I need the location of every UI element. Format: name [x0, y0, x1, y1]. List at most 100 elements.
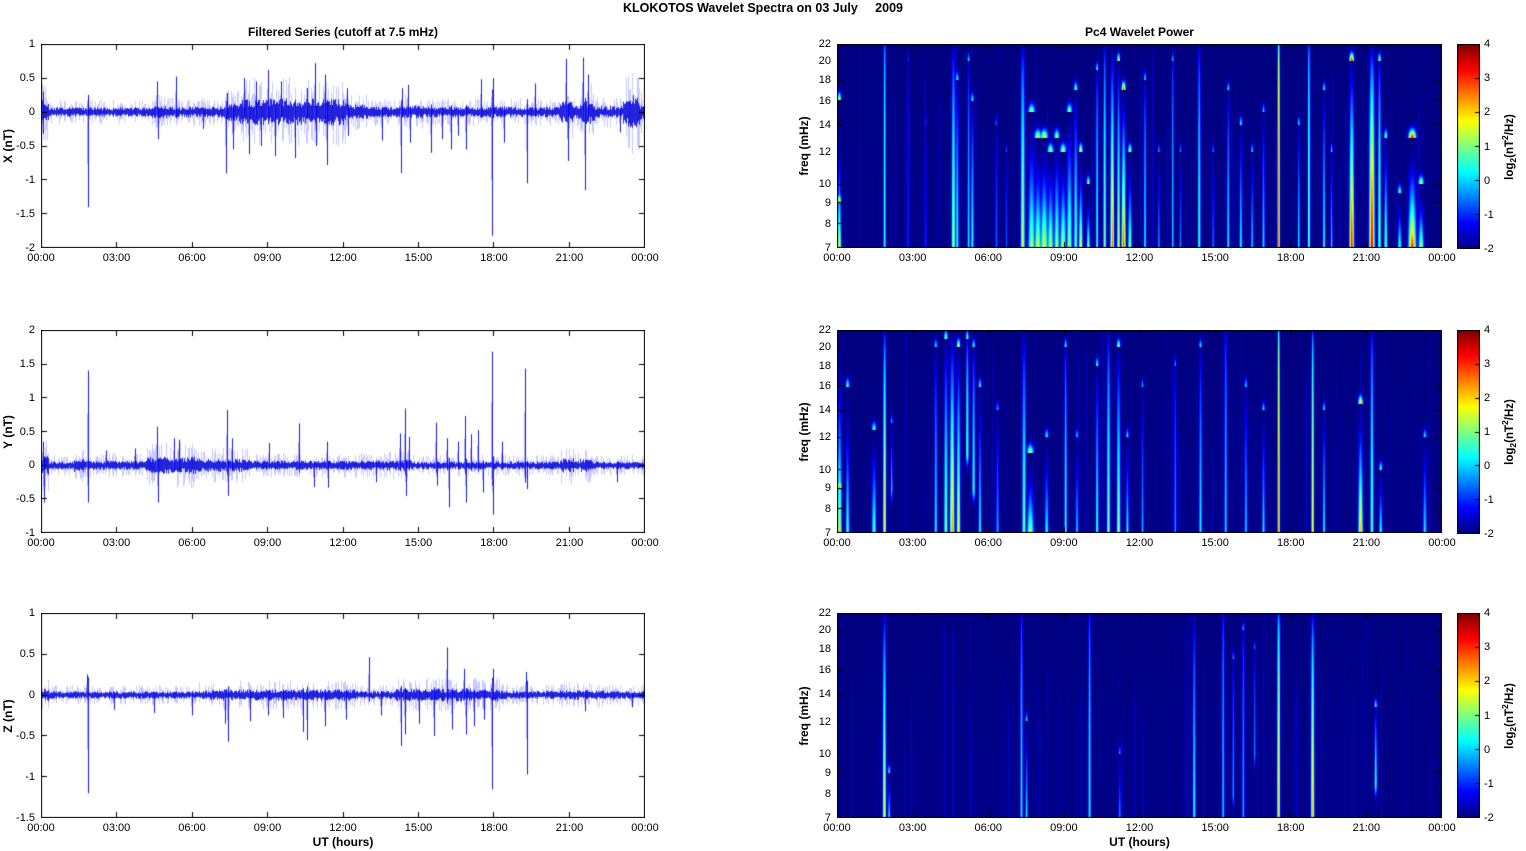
x-tick-label: 06:00 — [974, 252, 1003, 264]
x-tick-label: 21:00 — [555, 537, 584, 549]
x-tick-label: 03:00 — [102, 252, 131, 264]
y-tick-label: 14 — [818, 404, 831, 417]
colorbar-tick-label: 2 — [1484, 106, 1491, 119]
y-tick-label: 1 — [28, 38, 35, 50]
y-tick-label: 14 — [818, 687, 831, 700]
x-tick-label: 15:00 — [1201, 252, 1229, 264]
x-tick-label: 03:00 — [898, 537, 927, 549]
x-tick-label: 00:00 — [27, 252, 55, 264]
y-tick-label: 0 — [28, 689, 35, 701]
figure-title: KLOKOTOS Wavelet Spectra on 03 July 2009 — [623, 1, 903, 15]
filtered-series-x-plot — [41, 44, 645, 248]
filtered-series-y-plot — [41, 330, 645, 533]
panel-filtered-x: Filtered Series (cutoff at 7.5 mHz) X (n… — [1, 25, 659, 264]
y-tick-label: 16 — [818, 94, 831, 107]
y-tick-label: 18 — [818, 359, 831, 372]
colorbar-tick-label: 0 — [1484, 174, 1491, 187]
y-tick-label: 0 — [28, 459, 35, 472]
y-tick-label: 9 — [824, 767, 831, 779]
y-tick-label: 8 — [824, 218, 831, 231]
colorbar-gradient-2 — [1457, 330, 1480, 534]
x-tick-label: 21:00 — [555, 822, 584, 834]
x-tick-label: 00:00 — [27, 537, 55, 549]
colorbar-gradient-3 — [1457, 613, 1480, 818]
x-tick-label: 03:00 — [898, 822, 927, 834]
colorbar-tick-label: 4 — [1484, 324, 1491, 336]
y-tick-label: 20 — [818, 340, 831, 353]
colorbar-tick-label: 3 — [1484, 358, 1491, 370]
colorbar-tick-label: -1 — [1484, 777, 1494, 790]
colorbar-tick-label: 4 — [1484, 38, 1491, 50]
y-tick-label: 0.5 — [19, 425, 35, 438]
panel-filtered-z: Z (nT) UT (hours) 1 0.5 0 -0.5 -1 -1.5 00:00 03… — [1, 607, 659, 849]
panel-wavelet-z: freq (mHz) UT (hours) 22 20 18 16 14 12 10 9 8 7 0… — [797, 607, 1456, 849]
x-tick-label: 12:00 — [329, 822, 357, 834]
colorbar-label-1: log2(nT2/Hz) — [1499, 113, 1519, 180]
x-axis-label-right: UT (hours) — [1109, 835, 1170, 849]
y-tick-label: 8 — [824, 788, 831, 801]
y-tick-label: 16 — [818, 664, 831, 676]
x-tick-label: 00:00 — [631, 537, 659, 549]
x-tick-label: 03:00 — [102, 822, 131, 834]
x-tick-label: 12:00 — [1125, 822, 1154, 834]
x-tick-label: 12:00 — [329, 252, 357, 264]
x-tick-label: 00:00 — [1428, 252, 1456, 264]
x-tick-label: 18:00 — [480, 822, 508, 834]
x-tick-label: 03:00 — [898, 252, 927, 264]
y-tick-label: 20 — [818, 624, 831, 637]
y-tick-label: -0.5 — [16, 140, 35, 152]
colorbar-gradient-1 — [1457, 44, 1480, 249]
y-tick-label: -1 — [25, 174, 35, 186]
x-tick-label: 18:00 — [480, 537, 508, 549]
colorbar-tick-label: 2 — [1484, 392, 1491, 404]
wavelet-power-x-plot — [837, 44, 1442, 248]
y-tick-label: 9 — [824, 482, 831, 495]
colorbar-tick-label: -2 — [1484, 812, 1494, 824]
x-tick-label: 00:00 — [1428, 822, 1456, 834]
colorbar-1: log2(nT2/Hz) 4 3 2 1 0 -1 -2 — [1457, 38, 1518, 255]
y-tick-label: 10 — [818, 748, 831, 761]
colorbar-tick-label: 0 — [1484, 743, 1491, 756]
x-tick-label: 00:00 — [631, 252, 659, 264]
y-tick-label: 2 — [28, 324, 35, 336]
y-tick-label: 10 — [818, 463, 831, 476]
y-tick-label: 22 — [818, 38, 831, 50]
panel-wavelet-y: freq (mHz) 22 20 18 16 14 12 10 9 8 7 00:00 03:00 06… — [797, 324, 1456, 549]
x-tick-label: 21:00 — [1352, 252, 1381, 264]
y-tick-label: 20 — [818, 54, 831, 67]
y-tick-label: -0.5 — [16, 493, 35, 506]
y-tick-label: 18 — [818, 73, 831, 86]
colorbar-tick-label: 0 — [1484, 460, 1491, 472]
x-tick-label: 00:00 — [823, 537, 851, 549]
panel-filtered-y: Y (nT) 2 1.5 1 0.5 0 -0.5 -1 00:00 03:00 06:00 09:… — [1, 324, 659, 549]
panel-wavelet-x: Pc4 Wavelet Power freq (mHz) 22 20 18 16 14 1… — [797, 25, 1456, 264]
x-tick-label: 21:00 — [555, 252, 584, 264]
x-tick-label: 06:00 — [178, 252, 206, 264]
x-tick-label: 06:00 — [974, 537, 1003, 549]
x-tick-label: 09:00 — [253, 252, 282, 264]
y-tick-label: 16 — [818, 380, 831, 393]
x-tick-label: 21:00 — [1352, 537, 1381, 549]
x-axis-label-left: UT (hours) — [312, 835, 374, 849]
x-tick-label: 12:00 — [329, 537, 357, 549]
x-tick-label: 06:00 — [178, 822, 206, 834]
colorbar-tick-label: -2 — [1484, 528, 1494, 540]
colorbar-tick-label: 1 — [1484, 426, 1491, 438]
x-tick-label: 09:00 — [1050, 252, 1078, 264]
y-tick-label: 12 — [818, 715, 831, 728]
y-tick-label: 8 — [824, 503, 831, 516]
y-tick-label: 0 — [28, 106, 35, 118]
colorbar-tick-label: 1 — [1484, 709, 1491, 722]
x-tick-label: 09:00 — [1050, 822, 1078, 834]
x-tick-label: 12:00 — [1125, 537, 1154, 549]
wavelet-power-z-plot — [837, 613, 1442, 818]
y-tick-label: 1 — [28, 391, 35, 404]
x-tick-label: 18:00 — [1276, 822, 1305, 834]
x-tick-label: 15:00 — [404, 822, 433, 834]
x-tick-label: 15:00 — [1201, 822, 1229, 834]
plot-title-filtered: Filtered Series (cutoff at 7.5 mHz) — [247, 25, 439, 39]
y-tick-label: -1.5 — [16, 208, 35, 220]
x-tick-label: 06:00 — [178, 537, 206, 549]
y-tick-label: 1 — [28, 607, 35, 619]
x-tick-label: 06:00 — [974, 822, 1003, 834]
